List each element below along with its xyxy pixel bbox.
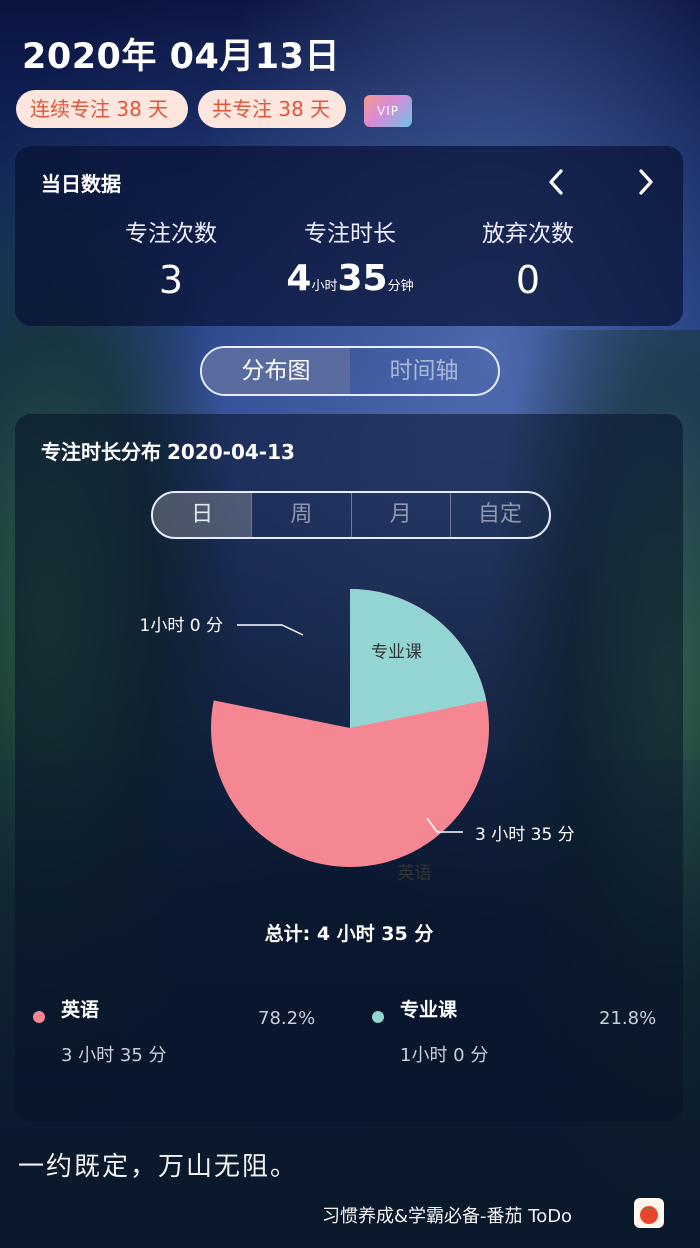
vip-badge[interactable]: VIP	[364, 95, 412, 127]
duration-minutes-unit: 分钟	[387, 279, 414, 294]
motto-text: 一约既定，万山无阻。	[18, 1152, 299, 1182]
tab-distribution[interactable]: 分布图	[202, 348, 350, 394]
distribution-card: 专注时长分布 2020-04-13 日 周 月 自定 英语 专业课 3 小时 35 分…	[15, 414, 683, 1122]
pie-chart: 英语 专业课 3 小时 35 分 1小时 0 分	[140, 589, 575, 884]
total-days-badge[interactable]: 共专注 38 天	[198, 90, 346, 128]
legend-dot-major	[372, 1011, 384, 1023]
pie-value-label-1: 1小时 0 分	[140, 616, 223, 636]
focus-duration-value: 4小时35分钟	[260, 258, 440, 299]
tomato-icon[interactable]	[634, 1198, 664, 1228]
pie-slice-label-1: 专业课	[371, 642, 422, 662]
daily-data-title: 当日数据	[41, 172, 121, 196]
tab-timeline[interactable]: 时间轴	[350, 348, 498, 394]
legend-dot-english	[33, 1011, 45, 1023]
chevron-left-icon[interactable]	[545, 168, 569, 196]
streak-badge[interactable]: 连续专注 38 天	[16, 90, 188, 128]
chevron-right-icon[interactable]	[633, 168, 657, 196]
abandon-count-value: 0	[515, 258, 541, 302]
legend-duration-major: 1小时 0 分	[400, 1045, 489, 1066]
abandon-count-label: 放弃次数	[482, 221, 574, 247]
footer-app-name: 习惯养成&学霸必备-番茄 ToDo	[322, 1206, 573, 1227]
pie-slice-label-0: 英语	[398, 864, 432, 884]
focus-count-label: 专注次数	[125, 221, 217, 247]
focus-count-value: 3	[158, 258, 184, 302]
focus-duration-label: 专注时长	[304, 221, 396, 247]
pie-value-label-0: 3 小时 35 分	[475, 825, 575, 845]
duration-minutes: 35	[337, 258, 388, 299]
legend-name-major: 专业课	[400, 999, 458, 1021]
legend-duration-english: 3 小时 35 分	[61, 1045, 167, 1066]
duration-hours: 4	[286, 258, 312, 299]
page-title-date: 2020年 04月13日	[22, 37, 341, 77]
legend-percent-english: 78.2%	[258, 1008, 316, 1029]
view-segmented-control: 分布图 时间轴	[200, 346, 500, 396]
duration-hours-unit: 小时	[311, 279, 338, 294]
total-duration: 总计: 4 小时 35 分	[264, 923, 434, 945]
pie-callout-line-1	[237, 624, 304, 636]
daily-data-card: 当日数据 专注次数 3 专注时长 4小时35分钟 放弃次数 0	[15, 146, 683, 326]
legend-percent-major: 21.8%	[599, 1008, 657, 1029]
legend-name-english: 英语	[61, 999, 100, 1021]
